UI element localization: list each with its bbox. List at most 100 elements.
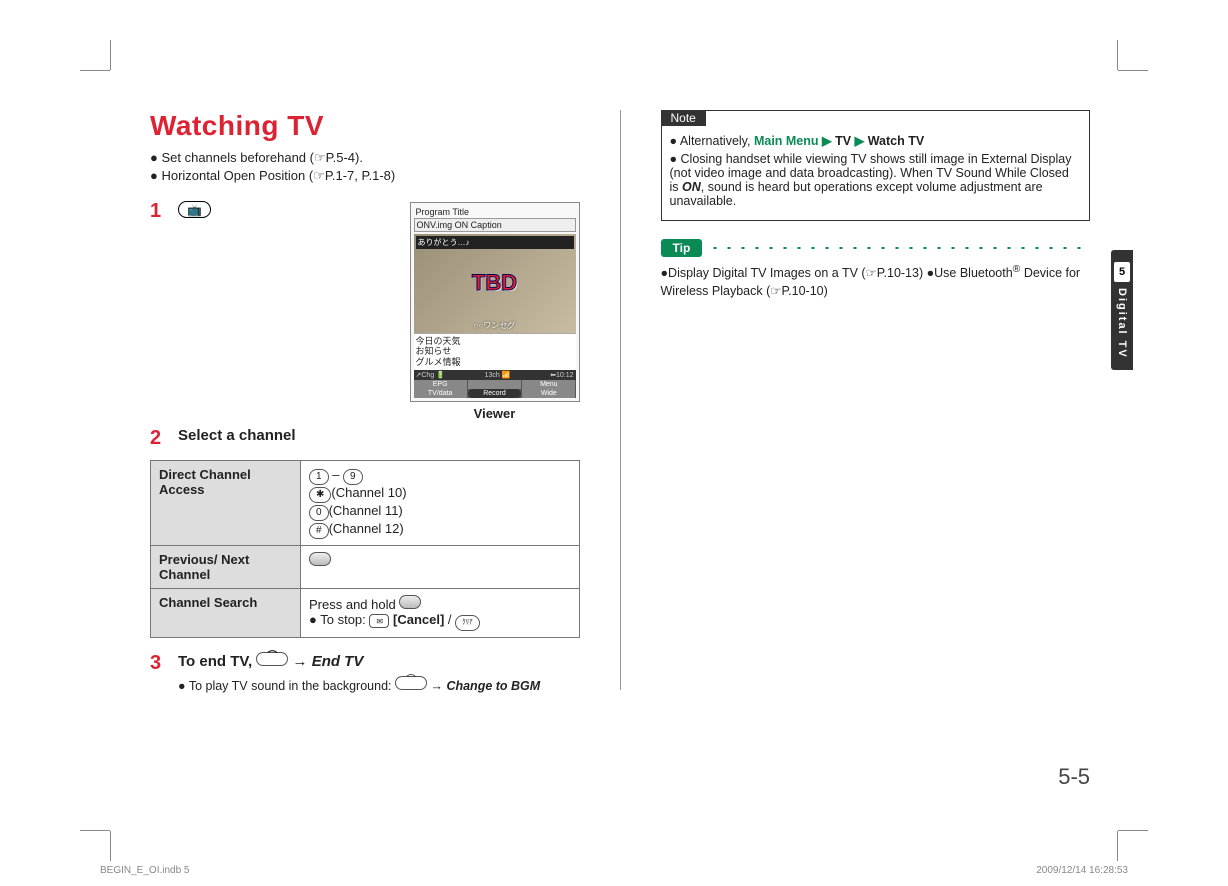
note-label: Note: [661, 110, 706, 126]
viewer-status-bar: ↗Chg 🔋 13ch 📶 ⬅10:12: [414, 370, 576, 380]
tip-text: ●Display Digital TV Images on a TV (☞P.1…: [661, 263, 1091, 300]
dash: –: [332, 467, 343, 482]
intro-bullet-1: Set channels beforehand (☞P.5-4).: [150, 150, 580, 166]
crop-mark-br: [1098, 811, 1138, 851]
table-row: Direct Channel Access 1 – 9 ✱(Channel 10…: [151, 461, 580, 546]
step-2-number: 2: [150, 427, 168, 450]
chapter-number: 5: [1114, 262, 1130, 282]
viewer-caption: ありがとう…♪: [416, 236, 574, 249]
step-3-sub: To play TV sound in the background: → Ch…: [178, 676, 580, 693]
key-1-icon: 1: [309, 469, 329, 485]
step-3: 3 To end TV, → End TV To play TV sound i…: [150, 652, 580, 693]
viewer-softkeys-top: EPG Menu: [414, 380, 576, 389]
viewer-list-1: 今日の天気: [416, 336, 574, 347]
footer-right: 2009/12/14 16:28:53: [1036, 865, 1128, 876]
note-item-2: Closing handset while viewing TV shows s…: [670, 152, 1082, 208]
row-direct-header: Direct Channel Access: [151, 461, 301, 546]
menu-watch-tv: Watch TV: [868, 134, 924, 148]
tip-badge: Tip: [661, 239, 703, 257]
viewer-list-3: グルメ情報: [416, 357, 574, 368]
note-2b: , sound is heard but operations except v…: [670, 180, 1043, 208]
key-hash-icon: #: [309, 523, 329, 539]
viewer-video-area: ありがとう…♪ TBD ○○ワンセグ: [414, 234, 576, 333]
channel-11-label: (Channel 11): [329, 503, 403, 518]
viewer-label: Viewer: [410, 406, 580, 421]
column-divider: [620, 110, 621, 690]
viewer-screen: Program Title ONV.img ON Caption ありがとう…♪…: [410, 202, 580, 402]
row-prevnext-cell: [301, 546, 580, 589]
viewer-list-2: お知らせ: [416, 346, 574, 357]
end-key-icon: [395, 676, 427, 690]
key-star-icon: ✱: [309, 487, 331, 503]
note-box: Note Alternatively, Main Menu ▶ TV ▶ Wat…: [661, 110, 1091, 221]
to-stop-text: To stop:: [320, 612, 369, 627]
softkey-tvdata: TV/data: [414, 389, 467, 398]
page-number: 5-5: [1058, 764, 1090, 790]
key-9-icon: 9: [343, 469, 363, 485]
table-row: Channel Search Press and hold ● To stop:…: [151, 589, 580, 638]
step-3-prefix: To end TV,: [178, 653, 256, 670]
print-footer: BEGIN_E_OI.indb 5 2009/12/14 16:28:53: [100, 865, 1128, 876]
cancel-label: [Cancel]: [393, 612, 444, 627]
arrow-icon: →: [430, 679, 446, 693]
left-column: Watching TV Set channels beforehand (☞P.…: [150, 110, 580, 690]
tv-key-icon: 📺: [178, 201, 211, 218]
step-2-title: Select a channel: [178, 427, 580, 444]
menu-tv: TV: [835, 134, 851, 148]
clear-key-icon: ｸﾘｱ: [455, 615, 480, 631]
chapter-label: Digital TV: [1116, 288, 1128, 359]
arrow-icon: →: [293, 653, 312, 670]
channel-table: Direct Channel Access 1 – 9 ✱(Channel 10…: [150, 460, 580, 638]
softkey-wide: Wide: [522, 389, 575, 398]
crop-mark-tl: [90, 50, 130, 90]
end-tv-action: End TV: [312, 653, 364, 670]
page-content: Watching TV Set channels beforehand (☞P.…: [150, 110, 1090, 790]
viewer-tbd-overlay: TBD: [472, 270, 517, 296]
row-prevnext-header: Previous/ Next Channel: [151, 546, 301, 589]
viewer-program-title: Program Title: [414, 206, 576, 218]
row-search-cell: Press and hold ● To stop: ✉ [Cancel] / ｸ…: [301, 589, 580, 638]
footer-left: BEGIN_E_OI.indb 5: [100, 865, 190, 876]
viewer-overlay-top: ONV.img ON Caption: [414, 218, 576, 232]
viewer-status-right: ⬅10:12: [550, 371, 573, 379]
menu-main: Main Menu: [754, 134, 819, 148]
crop-mark-tr: [1098, 50, 1138, 90]
step-1: 1 📺: [150, 200, 400, 223]
note-item-1: Alternatively, Main Menu ▶ TV ▶ Watch TV: [670, 133, 1082, 148]
triangle-icon: ▶: [822, 134, 835, 148]
viewer-softkeys-bottom: TV/data Record Wide: [414, 389, 576, 398]
nav-key-icon: [399, 595, 421, 609]
right-column: Note Alternatively, Main Menu ▶ TV ▶ Wat…: [661, 110, 1091, 690]
slash: /: [448, 612, 455, 627]
chapter-side-tab: 5 Digital TV: [1111, 250, 1133, 370]
channel-10-label: (Channel 10): [331, 485, 406, 500]
mail-key-icon: ✉: [369, 614, 389, 628]
key-0-icon: 0: [309, 505, 329, 521]
table-row: Previous/ Next Channel: [151, 546, 580, 589]
softkey-record: Record: [468, 389, 521, 398]
nav-key-icon: [309, 552, 331, 566]
tip-part1: ●Display Digital TV Images on a TV (☞P.1…: [661, 266, 1013, 280]
note-alt-prefix: Alternatively,: [680, 134, 754, 148]
note-on: ON: [682, 180, 701, 194]
viewer-status-center: 13ch 📶: [485, 371, 511, 379]
end-key-icon: [256, 652, 288, 666]
viewer-data-list: 今日の天気 お知らせ グルメ情報: [414, 333, 576, 370]
page-title: Watching TV: [150, 110, 580, 142]
softkey-epg: EPG: [414, 380, 467, 389]
step-1-number: 1: [150, 200, 168, 223]
crop-mark-bl: [90, 811, 130, 851]
step-2: 2 Select a channel: [150, 427, 580, 450]
tip-dots-icon: [708, 245, 1090, 251]
viewer-figure: Program Title ONV.img ON Caption ありがとう…♪…: [410, 202, 580, 421]
row-direct-cell: 1 – 9 ✱(Channel 10) 0(Channel 11) #(Chan…: [301, 461, 580, 546]
press-hold-text: Press and hold: [309, 597, 399, 612]
viewer-status-left: ↗Chg 🔋: [416, 371, 445, 379]
channel-12-label: (Channel 12): [329, 521, 404, 536]
softkey-menu: Menu: [522, 380, 575, 389]
viewer-sub: ○○ワンセグ: [474, 320, 516, 331]
row-search-header: Channel Search: [151, 589, 301, 638]
intro-bullet-2: Horizontal Open Position (☞P.1-7, P.1-8): [150, 168, 580, 184]
triangle-icon: ▶: [855, 134, 868, 148]
tip-header: Tip: [661, 239, 1091, 257]
